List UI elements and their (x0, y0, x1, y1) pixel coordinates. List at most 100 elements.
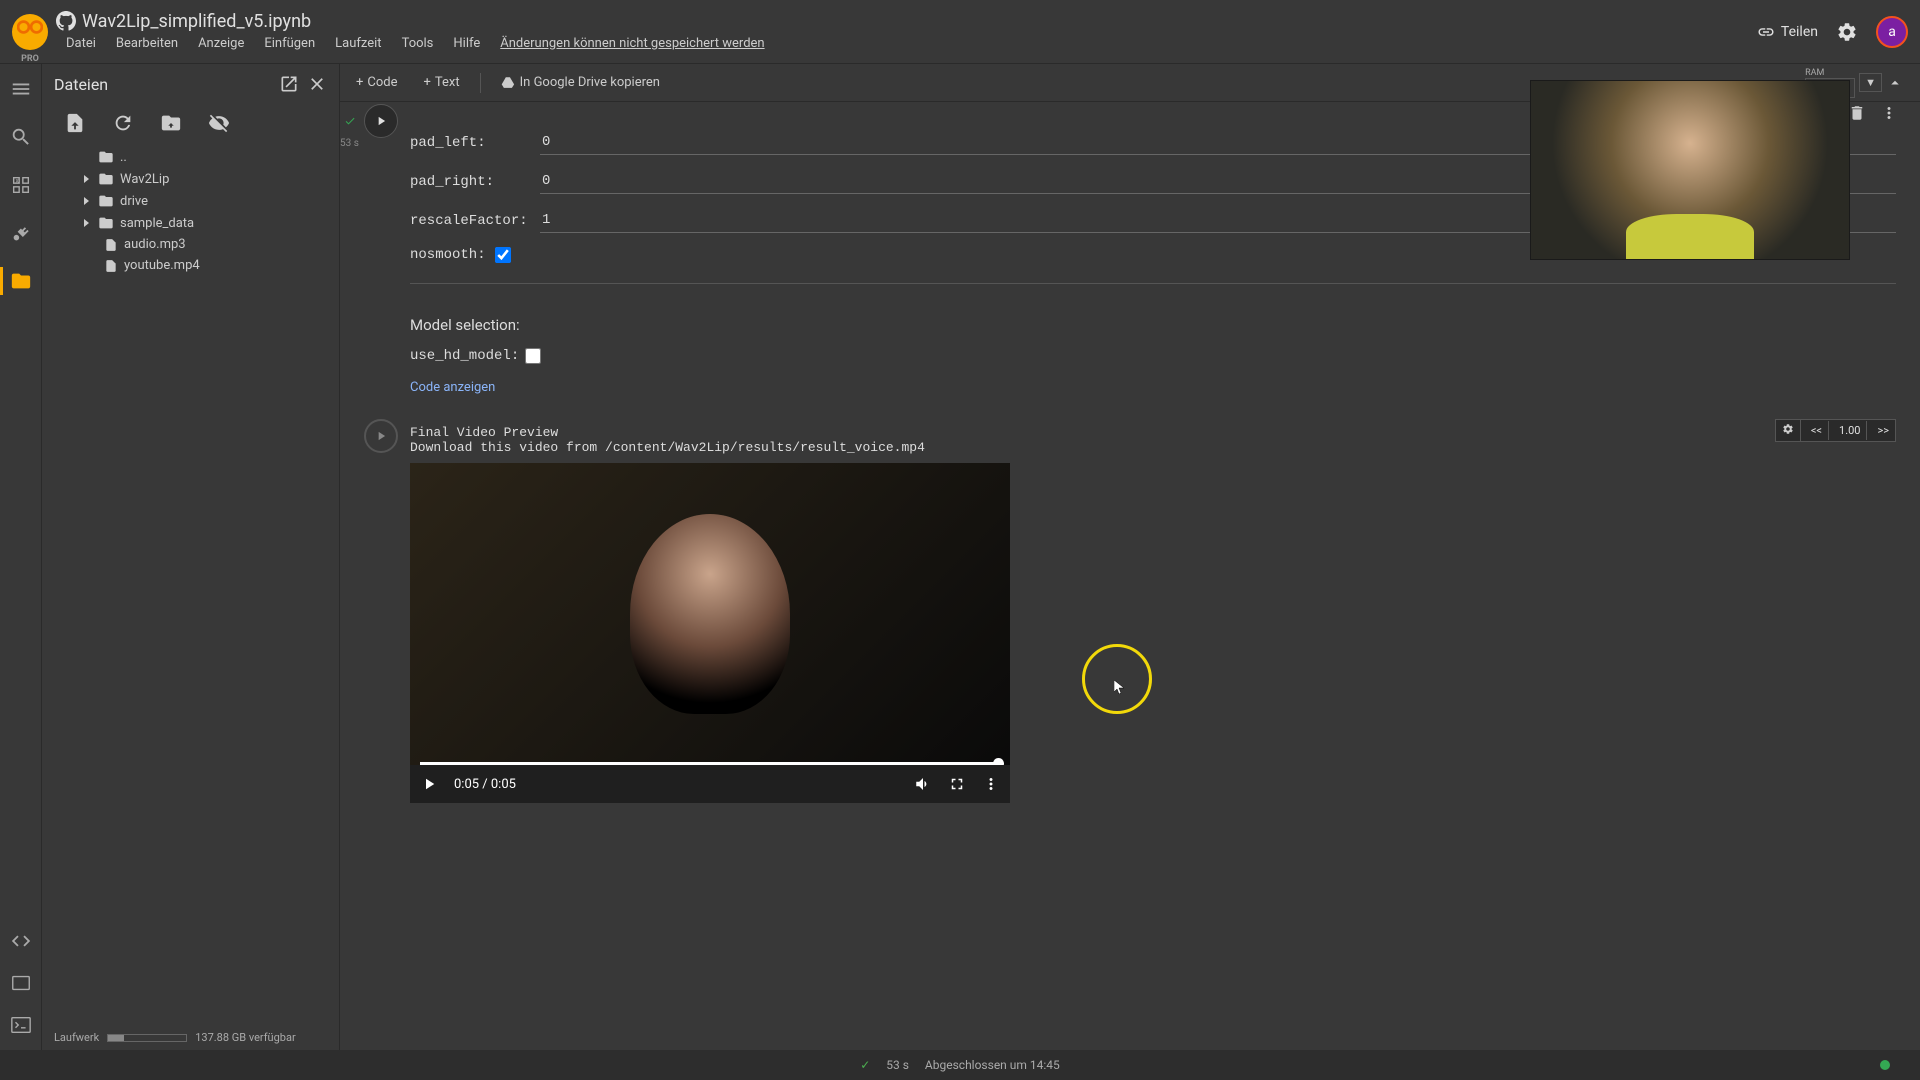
disk-usage-bar (107, 1034, 187, 1042)
variables-icon[interactable]: x (10, 174, 32, 196)
notebook-title[interactable]: Wav2Lip_simplified_v5.ipynb (82, 11, 311, 32)
video-more-icon[interactable] (982, 775, 1000, 793)
settings-icon[interactable] (1836, 21, 1858, 43)
form-label: nosmooth: (410, 247, 495, 263)
volume-icon[interactable] (914, 775, 932, 793)
play-icon[interactable] (420, 775, 438, 793)
playback-settings-icon[interactable] (1776, 420, 1801, 441)
video-player[interactable]: 0:05 / 0:05 (410, 463, 1010, 803)
menu-hilfe[interactable]: Hilfe (445, 34, 488, 53)
runtime-status-dot[interactable] (1880, 1060, 1890, 1070)
form-label: use_hd_model: (410, 348, 525, 364)
menu-anzeige[interactable]: Anzeige (190, 34, 252, 53)
status-completed-label: Abgeschlossen um 14:45 (925, 1058, 1060, 1072)
tree-folder-wav2lip[interactable]: Wav2Lip (48, 168, 333, 190)
nosmooth-checkbox[interactable] (495, 247, 511, 263)
file-panel-tools (42, 104, 339, 146)
tree-file-youtube[interactable]: youtube.mp4 (48, 255, 333, 276)
tree-file-audio[interactable]: audio.mp3 (48, 234, 333, 255)
share-button[interactable]: Teilen (1757, 23, 1818, 41)
exec-status-check (344, 112, 356, 131)
menu-einfuegen[interactable]: Einfügen (256, 34, 323, 53)
video-frame (410, 463, 1010, 765)
avatar[interactable]: a (1876, 16, 1908, 48)
delete-cell-icon[interactable] (1848, 104, 1866, 122)
file-browser-panel: Dateien .. Wav2Lip drive sample_data (42, 64, 340, 1050)
refresh-icon[interactable] (112, 112, 134, 134)
file-icon (104, 259, 118, 273)
menu-bearbeiten[interactable]: Bearbeiten (108, 34, 186, 53)
mount-drive-icon[interactable] (160, 112, 182, 134)
search-icon[interactable] (10, 126, 32, 148)
fullscreen-icon[interactable] (948, 775, 966, 793)
tree-folder-drive[interactable]: drive (48, 190, 333, 212)
add-code-button[interactable]: + Code (350, 71, 404, 94)
form-divider (410, 283, 1896, 284)
menu-datei[interactable]: Datei (58, 34, 104, 53)
exec-time-label: 53 s (340, 138, 359, 149)
tree-parent-dir[interactable]: .. (48, 146, 333, 168)
share-label: Teilen (1781, 24, 1818, 40)
form-label: pad_left: (410, 135, 540, 151)
parent-dir-label: .. (120, 150, 127, 165)
tree-folder-sampledata[interactable]: sample_data (48, 212, 333, 234)
hd-model-checkbox[interactable] (525, 348, 541, 364)
file-icon (104, 238, 118, 252)
folder-icon (98, 215, 114, 231)
run-output-button[interactable] (364, 419, 398, 453)
files-icon[interactable] (10, 270, 32, 292)
copy-to-drive-button[interactable]: In Google Drive kopieren (495, 71, 666, 94)
colab-logo: PRO (12, 14, 48, 50)
command-palette-icon[interactable] (10, 972, 32, 994)
secrets-icon[interactable] (10, 222, 32, 244)
toolbar-divider (480, 73, 481, 93)
status-exec-time: 53 s (886, 1058, 909, 1072)
toggle-hidden-icon[interactable] (208, 112, 230, 134)
output-subtitle: Download this video from /content/Wav2Li… (410, 440, 1896, 455)
caret-icon (82, 196, 92, 206)
playback-prev-button[interactable]: << (1805, 421, 1829, 440)
playback-next-button[interactable]: >> (1871, 421, 1895, 440)
folder-icon (98, 149, 114, 165)
add-text-button[interactable]: + Text (418, 71, 466, 94)
status-check-icon: ✓ (860, 1058, 870, 1072)
output-title: Final Video Preview (410, 425, 1896, 440)
header-bar: PRO Wav2Lip_simplified_v5.ipynb Datei Be… (0, 0, 1920, 64)
video-time-label: 0:05 / 0:05 (454, 777, 516, 792)
form-label: rescaleFactor: (410, 213, 540, 229)
form-row-hd-model: use_hd_model: (410, 348, 1896, 364)
show-code-link[interactable]: Code anzeigen (410, 380, 1896, 395)
disk-usage-footer: Laufwerk 137.88 GB verfügbar (54, 1031, 327, 1044)
tree-item-label: Wav2Lip (120, 172, 169, 187)
ram-label: RAM (1805, 68, 1855, 78)
close-panel-icon[interactable] (307, 74, 327, 94)
code-snippets-icon[interactable] (10, 930, 32, 952)
tree-item-label: drive (120, 194, 148, 209)
save-warning-link[interactable]: Änderungen können nicht gespeichert werd… (492, 34, 772, 53)
new-window-icon[interactable] (279, 74, 299, 94)
form-label: pad_right: (410, 174, 540, 190)
menu-bar: Datei Bearbeiten Anzeige Einfügen Laufze… (56, 34, 1757, 53)
upload-file-icon[interactable] (64, 112, 86, 134)
run-cell-button[interactable] (364, 104, 398, 138)
disk-available-label: 137.88 GB verfügbar (195, 1031, 295, 1044)
collapse-icon[interactable] (1886, 74, 1904, 92)
menu-tools[interactable]: Tools (394, 34, 442, 53)
avatar-letter: a (1888, 24, 1896, 40)
menu-laufzeit[interactable]: Laufzeit (327, 34, 389, 53)
folder-icon (98, 171, 114, 187)
left-sidebar: x (0, 64, 42, 1050)
more-cell-icon[interactable] (1880, 104, 1898, 122)
tree-item-label: youtube.mp4 (124, 258, 200, 273)
status-bar: ✓ 53 s Abgeschlossen um 14:45 (0, 1050, 1920, 1080)
toc-icon[interactable] (10, 78, 32, 100)
resources-dropdown[interactable]: ▼ (1859, 73, 1882, 92)
terminal-icon[interactable] (10, 1014, 32, 1036)
copy-drive-label: In Google Drive kopieren (520, 75, 660, 90)
file-panel-title: Dateien (54, 75, 271, 94)
pro-badge: PRO (21, 54, 39, 64)
tree-item-label: audio.mp3 (124, 237, 186, 252)
add-text-label: Text (435, 75, 460, 90)
file-tree: .. Wav2Lip drive sample_data audio.mp3 y… (42, 146, 339, 276)
video-controls: 0:05 / 0:05 (410, 765, 1010, 803)
